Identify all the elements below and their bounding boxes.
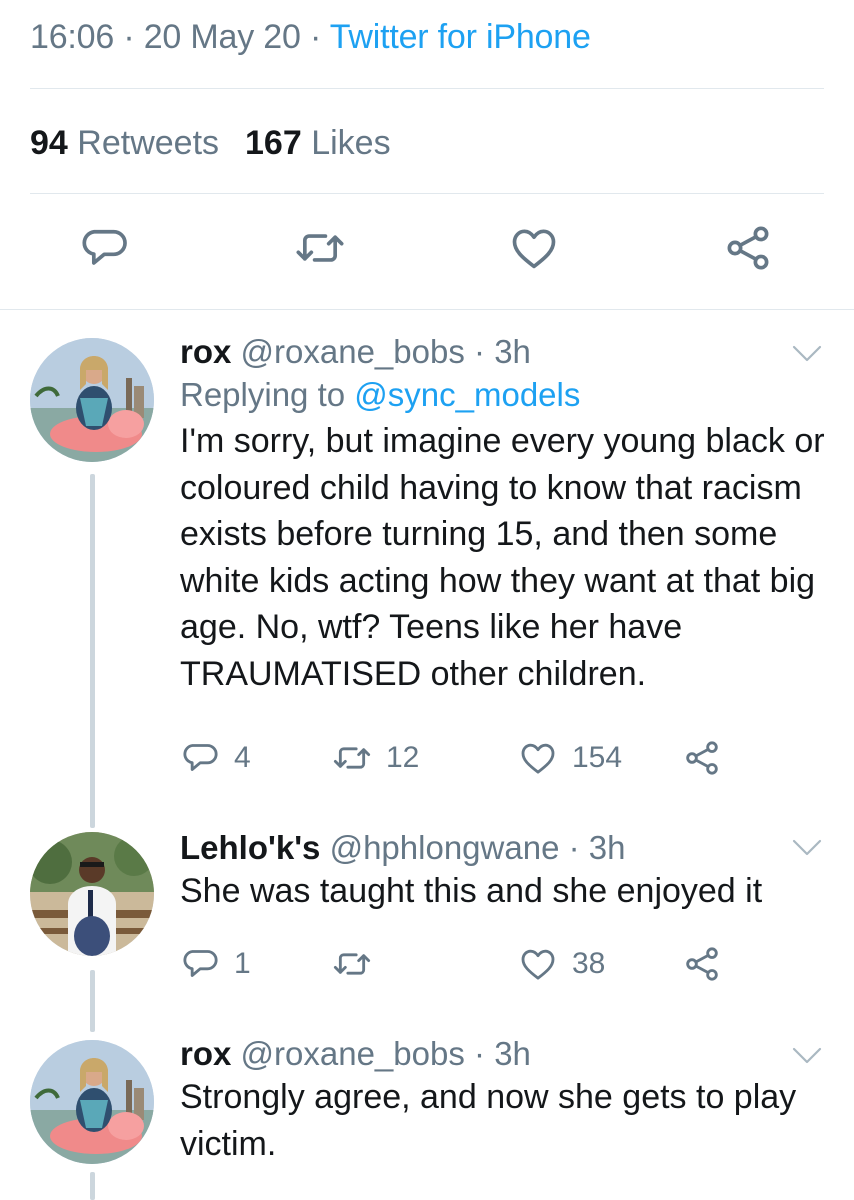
- avatar-image: [30, 1040, 154, 1164]
- thread-line: [90, 970, 95, 1032]
- share-button[interactable]: [682, 736, 722, 780]
- handle[interactable]: @roxane_bobs: [241, 1035, 465, 1072]
- like-button[interactable]: 154: [518, 736, 622, 780]
- share-icon: [682, 738, 722, 778]
- reply-action-bar: 1 38: [180, 942, 740, 986]
- tweet-date: 20 May 20: [143, 18, 301, 56]
- reply-icon: [180, 738, 220, 778]
- reply-tweet[interactable]: rox @roxane_bobs · 3h Replying to @sync_…: [180, 332, 834, 697]
- header-separator: ·: [474, 333, 486, 370]
- like-button[interactable]: 38: [518, 942, 605, 986]
- reply-tweet[interactable]: Lehlo'k's @hphlongwane · 3h She was taug…: [180, 828, 834, 915]
- reply-header: rox @roxane_bobs · 3h: [180, 1034, 834, 1074]
- reply-tweet[interactable]: rox @roxane_bobs · 3h Strongly agree, an…: [180, 1034, 834, 1167]
- tweet-age: 3h: [494, 333, 531, 370]
- display-name[interactable]: rox: [180, 333, 231, 370]
- tweet-age: 3h: [588, 829, 626, 866]
- reply-button[interactable]: 1: [180, 942, 251, 986]
- tweet-meta: 16:06 · 20 May 20 · Twitter for iPhone: [30, 18, 591, 57]
- display-name[interactable]: rox: [180, 1035, 231, 1072]
- avatar[interactable]: [30, 1040, 154, 1164]
- reply-count: 1: [234, 947, 251, 980]
- retweets-label: Retweets: [77, 124, 220, 162]
- header-separator: ·: [474, 1035, 486, 1072]
- replying-to: Replying to @sync_models: [180, 372, 834, 418]
- tweet-stats: 94 Retweets 167 Likes: [30, 124, 391, 163]
- replying-to-label: Replying to: [180, 376, 346, 413]
- avatar[interactable]: [30, 832, 154, 956]
- divider: [30, 193, 824, 194]
- like-button[interactable]: [508, 222, 560, 274]
- share-button[interactable]: [682, 942, 722, 986]
- likes-count: 167: [245, 124, 302, 162]
- reply-header: rox @roxane_bobs · 3h: [180, 332, 834, 372]
- retweet-icon: [332, 738, 372, 778]
- tweet-action-bar: [0, 222, 854, 286]
- reply-action-bar: 4 12 154: [180, 736, 740, 780]
- avatar-image: [30, 338, 154, 462]
- heart-icon: [518, 944, 558, 984]
- avatar-image: [30, 832, 154, 956]
- header-separator: ·: [568, 829, 580, 866]
- retweet-button[interactable]: [332, 942, 386, 986]
- retweet-button[interactable]: [294, 222, 346, 274]
- like-count: 154: [572, 741, 623, 774]
- retweets-stat[interactable]: 94 Retweets: [30, 124, 219, 162]
- tweet-age: 3h: [494, 1035, 531, 1072]
- reply-header: Lehlo'k's @hphlongwane · 3h: [180, 828, 834, 868]
- reply-icon: [180, 944, 220, 984]
- share-icon: [682, 944, 722, 984]
- meta-separator: ·: [123, 18, 135, 56]
- display-name[interactable]: Lehlo'k's: [180, 829, 320, 866]
- reply-button[interactable]: 4: [180, 736, 251, 780]
- tweet-text: She was taught this and she enjoyed it: [180, 872, 763, 910]
- share-button[interactable]: [722, 222, 774, 274]
- divider: [0, 309, 854, 310]
- handle[interactable]: @roxane_bobs: [241, 333, 465, 370]
- replying-to-mention[interactable]: @sync_models: [354, 376, 580, 413]
- tweet-text: I'm sorry, but imagine every young black…: [180, 422, 825, 693]
- retweet-icon: [332, 944, 372, 984]
- retweets-count: 94: [30, 124, 68, 162]
- avatar[interactable]: [30, 338, 154, 462]
- likes-label: Likes: [311, 124, 391, 162]
- divider: [30, 88, 824, 89]
- reply-button[interactable]: [78, 222, 130, 274]
- share-icon: [722, 222, 774, 274]
- retweet-icon: [294, 222, 346, 274]
- reply-count: 4: [234, 741, 251, 774]
- meta-separator: ·: [309, 18, 322, 56]
- tweet-time: 16:06: [30, 18, 115, 56]
- reply-icon: [78, 222, 130, 274]
- tweet-text: Strongly agree, and now she gets to play…: [180, 1078, 797, 1163]
- handle[interactable]: @hphlongwane: [330, 829, 560, 866]
- likes-stat[interactable]: 167 Likes: [245, 124, 391, 162]
- heart-icon: [508, 222, 560, 274]
- thread-line: [90, 1172, 95, 1200]
- thread-line: [90, 474, 95, 828]
- retweet-button[interactable]: 12: [332, 736, 419, 780]
- heart-icon: [518, 738, 558, 778]
- like-count: 38: [572, 947, 606, 980]
- tweet-source-link[interactable]: Twitter for iPhone: [330, 18, 591, 56]
- retweet-count: 12: [386, 741, 420, 774]
